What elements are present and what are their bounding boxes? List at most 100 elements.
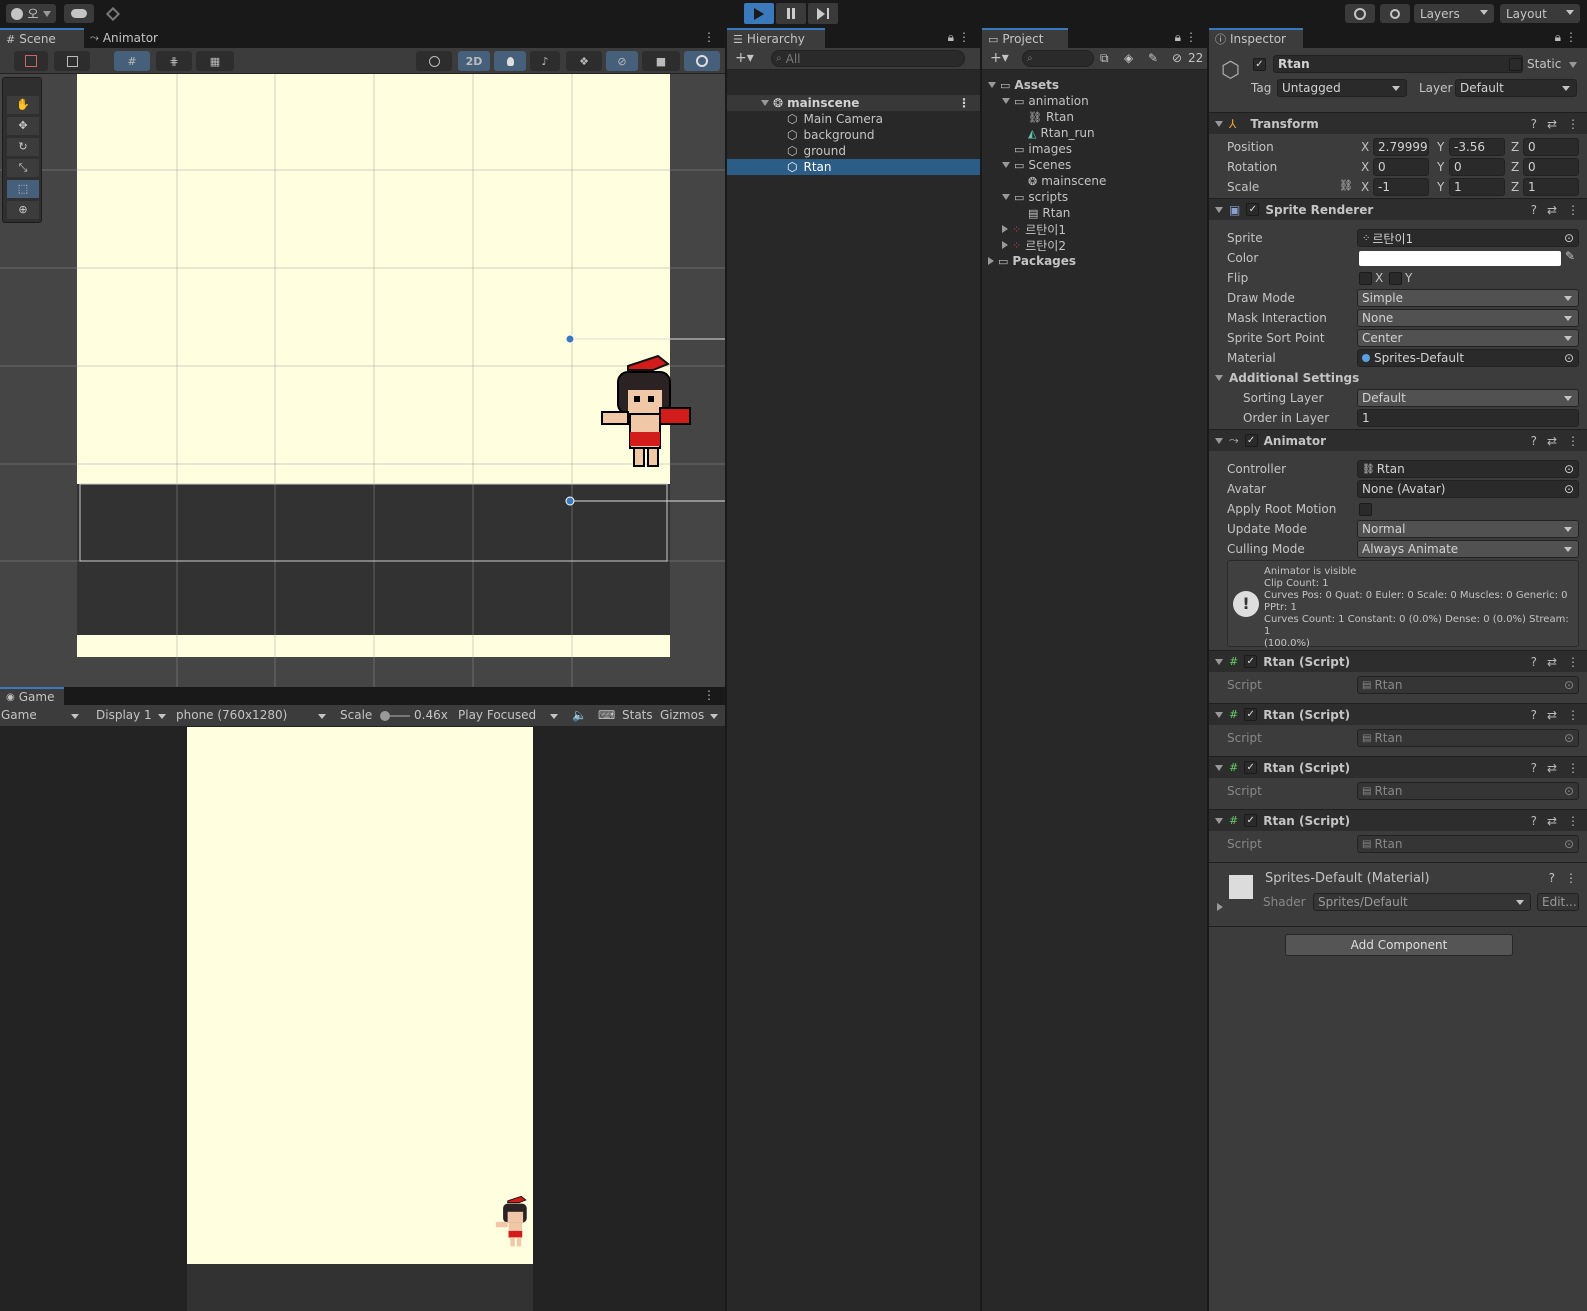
position-z-field[interactable]: 0	[1523, 138, 1579, 156]
add-icon[interactable]: +▾	[735, 50, 754, 66]
culling-mode-dropdown[interactable]: Always Animate	[1357, 540, 1579, 558]
object-name-field[interactable]: Rtan	[1273, 55, 1523, 73]
help-icon[interactable]: ?	[1531, 203, 1537, 217]
hand-tool-icon[interactable]: ✋	[7, 96, 39, 114]
sprite-renderer-checkbox[interactable]: ✓	[1246, 203, 1260, 216]
more-menu-icon[interactable]: ⋮	[1565, 871, 1577, 885]
script-component-header[interactable]: # ✓ Rtan (Script)? ⇄ ⋮	[1209, 756, 1587, 778]
project-item[interactable]: ◭ Rtan_run	[982, 125, 1207, 141]
move-tool-icon[interactable]: ✥	[7, 117, 39, 135]
tab-inspector[interactable]: ⓘ Inspector	[1209, 28, 1303, 48]
hierarchy-item-rtan[interactable]: ⬡ Rtan	[727, 159, 980, 175]
script-enabled-checkbox[interactable]: ✓	[1244, 814, 1258, 827]
rtan-sprite[interactable]	[598, 354, 708, 484]
expand-icon[interactable]	[1002, 225, 1008, 233]
flip-x-checkbox[interactable]	[1359, 272, 1372, 285]
script-enabled-checkbox[interactable]: ✓	[1244, 655, 1258, 668]
preset-icon[interactable]: ⇄	[1547, 814, 1557, 828]
draw-mode-button[interactable]	[14, 51, 48, 71]
cloud-button[interactable]	[64, 4, 94, 23]
more-menu-icon[interactable]: ⋮	[1185, 30, 1197, 44]
filter-label-icon[interactable]: ◈	[1124, 51, 1133, 65]
more-menu-icon[interactable]: ⋮	[958, 30, 970, 44]
keyboard-icon[interactable]: ⌨	[598, 708, 615, 722]
project-item[interactable]: ⛓ Rtan	[982, 109, 1207, 125]
object-picker-icon[interactable]: ⊙	[1564, 462, 1574, 476]
expand-icon[interactable]	[1217, 903, 1223, 911]
preset-icon[interactable]: ⇄	[1547, 708, 1557, 722]
rect-tool-icon[interactable]: ⬚	[7, 180, 39, 198]
transform-tool-icon[interactable]: ⊕	[7, 201, 39, 219]
render-mode-button[interactable]	[54, 51, 90, 71]
add-icon[interactable]: +▾	[990, 50, 1009, 66]
update-mode-dropdown[interactable]: Normal	[1357, 520, 1579, 538]
resolution-dropdown[interactable]: phone (760x1280)	[176, 708, 332, 724]
collapse-icon[interactable]	[1215, 206, 1223, 213]
layers-dropdown[interactable]: Layers	[1414, 4, 1494, 23]
transform-header[interactable]: ⅄ Transform ? ⇄ ⋮	[1209, 112, 1587, 134]
more-menu-icon[interactable]: ⋮	[1567, 814, 1579, 828]
project-item[interactable]: ▭ Scenes	[982, 157, 1207, 173]
game-viewport[interactable]	[0, 727, 725, 1311]
draw-mode-dropdown[interactable]: Simple	[1357, 289, 1579, 307]
object-picker-icon[interactable]: ⊙	[1564, 351, 1574, 365]
material-field[interactable]: Sprites-Default ⊙	[1357, 349, 1579, 367]
expand-icon[interactable]	[1002, 241, 1008, 249]
tab-hierarchy[interactable]: ☰ Hierarchy	[727, 28, 825, 48]
lock-icon[interactable]: 🔒︎	[1555, 30, 1561, 45]
scale-y-field[interactable]: 1	[1449, 178, 1505, 196]
shader-edit-button[interactable]: Edit...	[1537, 893, 1579, 911]
eyedropper-icon[interactable]: ✎	[1565, 249, 1575, 263]
scale-tool-icon[interactable]: ⤡	[7, 159, 39, 177]
lock-icon[interactable]: 🔒︎	[1175, 30, 1181, 45]
collapse-icon[interactable]	[1215, 711, 1223, 718]
script-component-header[interactable]: # ✓ Rtan (Script)? ⇄ ⋮	[1209, 703, 1587, 725]
position-y-field[interactable]: -3.56	[1449, 138, 1505, 156]
help-icon[interactable]: ?	[1531, 708, 1537, 722]
grid-snap-button[interactable]: #	[114, 51, 150, 71]
sorting-layer-dropdown[interactable]: Default	[1357, 389, 1579, 407]
project-item[interactable]: ⁘ 르탄이1	[982, 221, 1207, 237]
preset-icon[interactable]: ⇄	[1547, 655, 1557, 669]
add-component-button[interactable]: Add Component	[1285, 934, 1513, 956]
active-checkbox[interactable]: ✓	[1253, 58, 1266, 71]
additional-settings-foldout[interactable]: Additional Settings	[1215, 370, 1359, 386]
help-icon[interactable]: ?	[1531, 814, 1537, 828]
shading-dropdown[interactable]	[416, 51, 452, 71]
project-item[interactable]: ▭ Packages	[982, 253, 1207, 269]
more-menu-icon[interactable]: ⋮	[958, 96, 970, 110]
rotation-x-field[interactable]: 0	[1373, 158, 1429, 176]
increment-snap-button[interactable]: ⋕	[156, 51, 192, 71]
collab-button[interactable]	[100, 4, 126, 23]
scene-viewport[interactable]: ✋ ✥ ↻ ⤡ ⬚ ⊕	[0, 74, 725, 687]
flip-y-checkbox[interactable]	[1389, 272, 1402, 285]
static-checkbox[interactable]	[1509, 58, 1522, 71]
account-dropdown[interactable]: 오	[6, 4, 56, 23]
help-icon[interactable]: ?	[1531, 117, 1537, 131]
object-picker-icon[interactable]: ⊙	[1564, 231, 1574, 245]
rotation-y-field[interactable]: 0	[1449, 158, 1505, 176]
scale-slider-thumb[interactable]	[380, 711, 390, 721]
help-icon[interactable]: ?	[1531, 655, 1537, 669]
apply-root-motion-checkbox[interactable]	[1359, 503, 1372, 516]
scale-z-field[interactable]: 1	[1523, 178, 1579, 196]
script-enabled-checkbox[interactable]: ✓	[1244, 708, 1258, 721]
more-menu-icon[interactable]: ⋮	[703, 30, 715, 44]
sprite-renderer-header[interactable]: ▣ ✓ Sprite Renderer ? ⇄ ⋮	[1209, 198, 1587, 220]
collapse-icon[interactable]	[1215, 764, 1223, 771]
help-icon[interactable]: ?	[1549, 871, 1555, 885]
preset-icon[interactable]: ⇄	[1547, 761, 1557, 775]
audio-button[interactable]: ♪	[530, 51, 560, 71]
scene-row[interactable]: ❂ mainscene ⋮	[727, 95, 980, 111]
grid-visibility-button[interactable]: ▦	[196, 51, 234, 71]
expand-icon[interactable]	[1002, 194, 1010, 200]
color-swatch[interactable]	[1359, 251, 1561, 266]
tag-dropdown[interactable]: Untagged	[1277, 79, 1407, 97]
position-x-field[interactable]: 2.799999	[1373, 138, 1429, 156]
layout-dropdown[interactable]: Layout	[1500, 4, 1580, 23]
project-item[interactable]: ⁘ 르탄이2	[982, 237, 1207, 253]
script-enabled-checkbox[interactable]: ✓	[1244, 761, 1258, 774]
expand-icon[interactable]	[1002, 162, 1010, 168]
game-view-dropdown[interactable]: Game	[1, 708, 85, 724]
more-menu-icon[interactable]: ⋮	[1567, 203, 1579, 217]
